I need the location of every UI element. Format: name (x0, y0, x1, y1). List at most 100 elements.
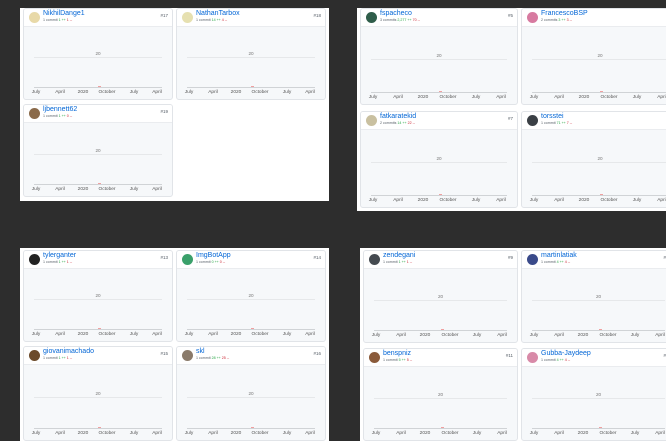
x-tick-label: July (129, 332, 139, 337)
contributor-card: Gubba-Jaydeep1 commit 4 ++ 4 --#12 20 July… (521, 348, 666, 441)
avatar[interactable] (527, 115, 538, 126)
avatar[interactable] (29, 108, 40, 119)
deletions-count: 4 -- (564, 260, 571, 264)
x-tick-label: April (393, 198, 403, 203)
x-tick-label: October (439, 95, 457, 100)
username-link[interactable]: torsstei (541, 113, 564, 120)
rank-label: #16 (313, 351, 321, 356)
contributors-panel-4: zendegani 1 commit 1 ++ 1 -- #9 20 July April… (360, 248, 666, 441)
x-tick-label: July (31, 431, 41, 436)
x-tick-label: October (599, 333, 617, 338)
username-link[interactable]: NikhilDange1 (43, 10, 85, 17)
username-link[interactable]: fatkaratekid (380, 113, 416, 120)
commit-count[interactable]: 2 commits (541, 18, 557, 22)
rank-label: #19 (160, 109, 168, 114)
avatar[interactable] (182, 254, 193, 265)
x-tick-label: 2020 (77, 332, 89, 337)
x-tick-label: April (657, 198, 666, 203)
commit-count[interactable]: 1 commit (196, 356, 211, 360)
deletions-count: 0 -- (219, 260, 226, 264)
commit-count[interactable]: 1 commit (541, 121, 556, 125)
username-link[interactable]: fspacheco (380, 10, 412, 17)
commit-count[interactable]: 1 commit (541, 260, 556, 264)
x-tick-label: 2020 (77, 90, 89, 95)
commit-count[interactable]: 1 commit (196, 260, 211, 264)
x-tick-label: 2020 (577, 431, 589, 436)
avatar[interactable] (527, 254, 538, 265)
x-tick-label: July (472, 333, 482, 338)
username-link[interactable]: FrancescoBSP (541, 10, 588, 17)
commit-count[interactable]: 1 commit (196, 18, 211, 22)
x-tick-label: April (55, 187, 65, 192)
avatar[interactable] (369, 352, 380, 363)
y-tick-label: 20 (595, 294, 602, 299)
username-link[interactable]: ImgBotApp (196, 252, 231, 259)
commit-count[interactable]: 1 commit (43, 114, 58, 118)
username-link[interactable]: zendegani (383, 252, 415, 259)
commit-count[interactable]: 1 commit (541, 358, 556, 362)
activity-mark (441, 329, 444, 330)
contribution-stats: 1 commit 4 ++ 4 -- (541, 260, 570, 264)
card-header: NathanTarbox 1 commit 14 ++ 4 -- #18 (177, 9, 325, 27)
x-tick-label: July (630, 431, 640, 436)
card-header: ImgBotApp 1 commit 0 ++ 0 -- #14 (177, 251, 325, 269)
avatar[interactable] (182, 350, 193, 361)
x-tick-label: October (599, 431, 617, 436)
deletions-count: 0 -- (66, 114, 73, 118)
commit-activity-chart: 20 July April 2020 October July April (177, 27, 325, 99)
avatar[interactable] (29, 350, 40, 361)
x-tick-label: July (632, 95, 642, 100)
avatar[interactable] (527, 352, 538, 363)
activity-mark (599, 427, 602, 428)
commit-count[interactable]: 1 commit (43, 356, 58, 360)
username-link[interactable]: Gubba-Jaydeep (541, 350, 591, 357)
commit-count[interactable]: 1 commit (383, 358, 398, 362)
x-axis (34, 184, 162, 185)
card-header: NikhilDange1 1 commit 1 ++ 1 -- #17 (24, 9, 172, 27)
avatar[interactable] (29, 254, 40, 265)
username-link[interactable]: benspniz (383, 350, 411, 357)
username-link[interactable]: ljbennett62 (43, 106, 77, 113)
card-header: ljbennett62 1 commit 1 ++ 0 -- #19 (24, 105, 172, 123)
x-axis (34, 87, 162, 88)
x-tick-label: April (152, 332, 162, 337)
commit-count[interactable]: 1 commit (383, 260, 398, 264)
x-tick-label: July (282, 90, 292, 95)
avatar[interactable] (366, 12, 377, 23)
avatar[interactable] (369, 254, 380, 265)
x-tick-label: April (208, 431, 218, 436)
contribution-stats: 1 commit 1 ++ 1 -- (43, 356, 72, 360)
card-header: Gubba-Jaydeep1 commit 4 ++ 4 --#12 (522, 349, 666, 367)
x-axis (532, 330, 665, 331)
username-link[interactable]: giovanimachado (43, 348, 94, 355)
x-axis (371, 92, 507, 93)
commit-count[interactable]: 3 commits (380, 18, 396, 22)
x-tick-label: July (471, 95, 481, 100)
username-link[interactable]: skl (196, 348, 205, 355)
username-link[interactable]: NathanTarbox (196, 10, 240, 17)
additions-count: 28 ++ (211, 356, 221, 360)
gridline (34, 299, 162, 300)
commit-count[interactable]: 2 commits (380, 121, 396, 125)
commit-activity-chart: 20 July April 2020 October July April (364, 367, 517, 440)
gridline (34, 154, 162, 155)
username-link[interactable]: tylerganter (43, 252, 76, 259)
gridline (532, 398, 665, 399)
avatar[interactable] (527, 12, 538, 23)
commit-count[interactable]: 1 commit (43, 260, 58, 264)
commit-count[interactable]: 1 commit (43, 18, 58, 22)
x-tick-label: October (251, 90, 269, 95)
avatar[interactable] (182, 12, 193, 23)
x-axis (374, 330, 507, 331)
avatar[interactable] (366, 115, 377, 126)
x-axis (374, 428, 507, 429)
deletions-count: 70 -- (412, 18, 420, 22)
x-tick-label: 2020 (417, 95, 429, 100)
card-header: skl 1 commit 28 ++ 25 -- #16 (177, 347, 325, 365)
additions-count: 5 ++ (398, 358, 406, 362)
card-header: tylerganter 1 commit 1 ++ 1 -- #13 (24, 251, 172, 269)
x-tick-label: July (529, 333, 539, 338)
avatar[interactable] (29, 12, 40, 23)
username-link[interactable]: martinlatiak (541, 252, 577, 259)
x-axis (532, 428, 665, 429)
